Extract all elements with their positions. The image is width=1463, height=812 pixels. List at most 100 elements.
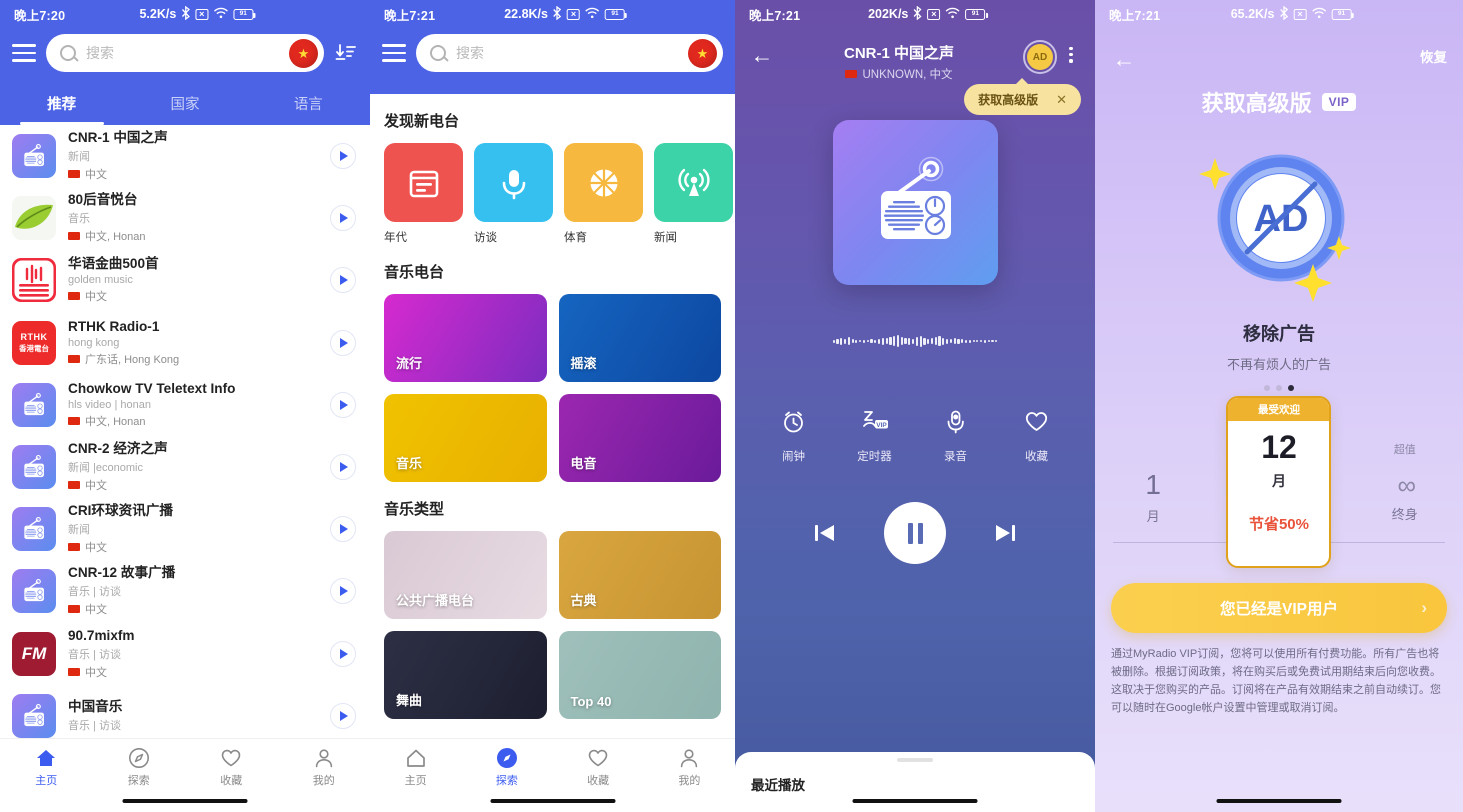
china-flag-icon[interactable]: ★	[289, 38, 318, 68]
player-action-row[interactable]: 闹钟 VIP 定时器 录音 收藏	[735, 409, 1095, 464]
station-row[interactable]: CNR-2 经济之声 新闻 |economic 中文	[0, 436, 370, 498]
legal-text: 通过MyRadio VIP订阅，您将可以使用所有付费功能。所有广告也将被删除。根…	[1111, 648, 1441, 715]
china-flag-icon[interactable]: ★	[688, 38, 717, 68]
nav-item-1[interactable]: 主页	[0, 747, 93, 788]
category-item[interactable]: 访谈	[474, 143, 553, 245]
category-item[interactable]: 年代	[384, 143, 463, 245]
hamburger-icon[interactable]	[382, 44, 406, 62]
player-action[interactable]: VIP 定时器	[834, 409, 915, 464]
music-station-grid[interactable]: 流行 摇滚 音乐 电音	[384, 294, 721, 482]
nav-item-label: 主页	[35, 774, 58, 787]
music-genre-card[interactable]: 舞曲	[384, 631, 547, 719]
play-button[interactable]	[330, 391, 356, 418]
discover-body[interactable]: 发现新电台 年代 访谈 体育 新闻 音乐电台 流行 摇滚 音乐 电音 音乐类型 公共广…	[370, 94, 735, 742]
search-bar[interactable]: ★	[46, 34, 324, 72]
tab-recommended[interactable]: 推荐	[0, 84, 123, 125]
station-list[interactable]: CNR-1 中国之声 新闻 中文 80后音悦台 音乐 中文, Honan 华语金…	[0, 125, 370, 763]
play-button[interactable]	[330, 454, 356, 481]
pager-dot[interactable]	[1288, 385, 1294, 391]
play-button[interactable]	[330, 640, 356, 667]
nav-item-2[interactable]: 探索	[93, 747, 186, 788]
nav-item-4[interactable]: 我的	[278, 747, 371, 788]
search-input[interactable]	[86, 45, 279, 61]
subscribe-button[interactable]: 您已经是VIP用户 ›	[1111, 583, 1447, 633]
tab-language[interactable]: 语言	[247, 84, 370, 125]
back-arrow-icon[interactable]: ←	[749, 42, 775, 68]
panel-home: 晚上7:20 5.2K/s 91	[0, 0, 370, 812]
carousel-pager[interactable]	[1095, 385, 1463, 391]
station-row[interactable]: FM 90.7mixfm 音乐 | 访谈 中文	[0, 623, 370, 685]
restore-purchase-button[interactable]: 恢复	[1420, 46, 1447, 66]
nav-item-label: 我的	[312, 774, 335, 787]
category-item[interactable]: 新闻	[654, 143, 733, 245]
play-button[interactable]	[330, 267, 356, 294]
pager-dot[interactable]	[1264, 385, 1270, 391]
station-row[interactable]: CNR-12 故事广播 音乐 | 访谈 中文	[0, 560, 370, 622]
pager-dot[interactable]	[1276, 385, 1282, 391]
plan-option[interactable]: 最受欢迎 12 月节省50%	[1226, 396, 1332, 568]
player-action[interactable]: 录音	[915, 409, 996, 464]
hamburger-icon[interactable]	[12, 44, 36, 62]
skip-next-icon[interactable]	[990, 518, 1020, 548]
music-station-card[interactable]: 音乐	[384, 394, 547, 482]
nav-item-4[interactable]: 我的	[644, 747, 735, 788]
play-button[interactable]	[330, 143, 356, 170]
sort-download-icon[interactable]	[334, 42, 358, 64]
home-icon	[405, 747, 427, 769]
plan-option[interactable]: 超值 ∞ 终身	[1362, 441, 1448, 523]
player-action[interactable]: 闹钟	[753, 409, 834, 464]
status-bar: 晚上7:21 202K/s 91	[735, 0, 1095, 28]
ad-badge-button[interactable]: AD	[1023, 40, 1057, 74]
player-transport[interactable]	[735, 502, 1095, 564]
back-arrow-icon[interactable]: ←	[1111, 46, 1137, 72]
play-button[interactable]	[330, 516, 356, 543]
station-row[interactable]: 华语金曲500首 golden music 中文	[0, 249, 370, 311]
station-row[interactable]: RTHK 香港電台 RTHK Radio-1 hong kong 广东话, Hon…	[0, 312, 370, 374]
drag-handle[interactable]	[897, 758, 933, 762]
skip-previous-icon[interactable]	[810, 518, 840, 548]
recently-played-sheet[interactable]: 最近播放	[735, 752, 1095, 812]
station-name: CNR-2 经济之声	[68, 441, 168, 457]
play-button[interactable]	[330, 205, 356, 232]
station-info: CRI环球资讯广播 新闻 中文	[68, 503, 318, 555]
visualizer-bar	[881, 337, 884, 345]
station-row[interactable]: Chowkow TV Teletext Info hls video | hon…	[0, 374, 370, 436]
search-bar[interactable]: ★	[416, 34, 723, 72]
music-station-card[interactable]: 电音	[558, 394, 721, 482]
visualizer-bar	[930, 338, 934, 344]
plan-option[interactable]: 1月	[1110, 439, 1196, 526]
station-row[interactable]: 80后音悦台 音乐 中文, Honan	[0, 187, 370, 249]
station-language-text: 中文	[85, 604, 107, 617]
player-action[interactable]: 收藏	[996, 409, 1077, 464]
play-button[interactable]	[330, 578, 356, 605]
play-button[interactable]	[330, 329, 356, 356]
nav-item-label: 主页	[404, 774, 427, 787]
play-button[interactable]	[330, 702, 356, 729]
home-tabs: 推荐 国家 语言	[0, 84, 370, 125]
tab-country[interactable]: 国家	[123, 84, 246, 125]
visualizer-bar	[968, 339, 971, 343]
station-row[interactable]: CRI环球资讯广播 新闻 中文	[0, 498, 370, 560]
nav-item-3[interactable]: 收藏	[553, 747, 644, 788]
category-label: 体育	[564, 232, 587, 244]
premium-tooltip[interactable]: 获取高级版 ✕	[964, 78, 1081, 115]
nav-item-1[interactable]: 主页	[370, 747, 461, 788]
music-station-card[interactable]: 摇滚	[558, 294, 721, 382]
nav-item-3[interactable]: 收藏	[185, 747, 278, 788]
station-row[interactable]: CNR-1 中国之声 新闻 中文	[0, 125, 370, 187]
category-item[interactable]: 体育	[564, 143, 643, 245]
station-genre: 音乐 | 访谈	[68, 648, 121, 661]
music-genre-card[interactable]: 公共广播电台	[384, 531, 547, 619]
wifi-icon	[945, 7, 960, 22]
more-vertical-icon[interactable]	[1061, 47, 1081, 63]
nav-item-2[interactable]: 探索	[461, 747, 552, 788]
music-station-card[interactable]: 流行	[384, 294, 547, 382]
category-row[interactable]: 年代 访谈 体育 新闻	[384, 143, 733, 245]
pause-icon[interactable]	[884, 502, 946, 564]
music-genre-card[interactable]: 古典	[558, 531, 721, 619]
music-genre-card[interactable]: Top 40	[558, 631, 721, 719]
close-icon[interactable]: ✕	[1056, 92, 1067, 108]
status-indicators: 202K/s 91	[868, 5, 988, 23]
music-genre-grid[interactable]: 公共广播电台 古典 舞曲 Top 40	[384, 531, 721, 719]
search-input[interactable]	[456, 45, 678, 61]
